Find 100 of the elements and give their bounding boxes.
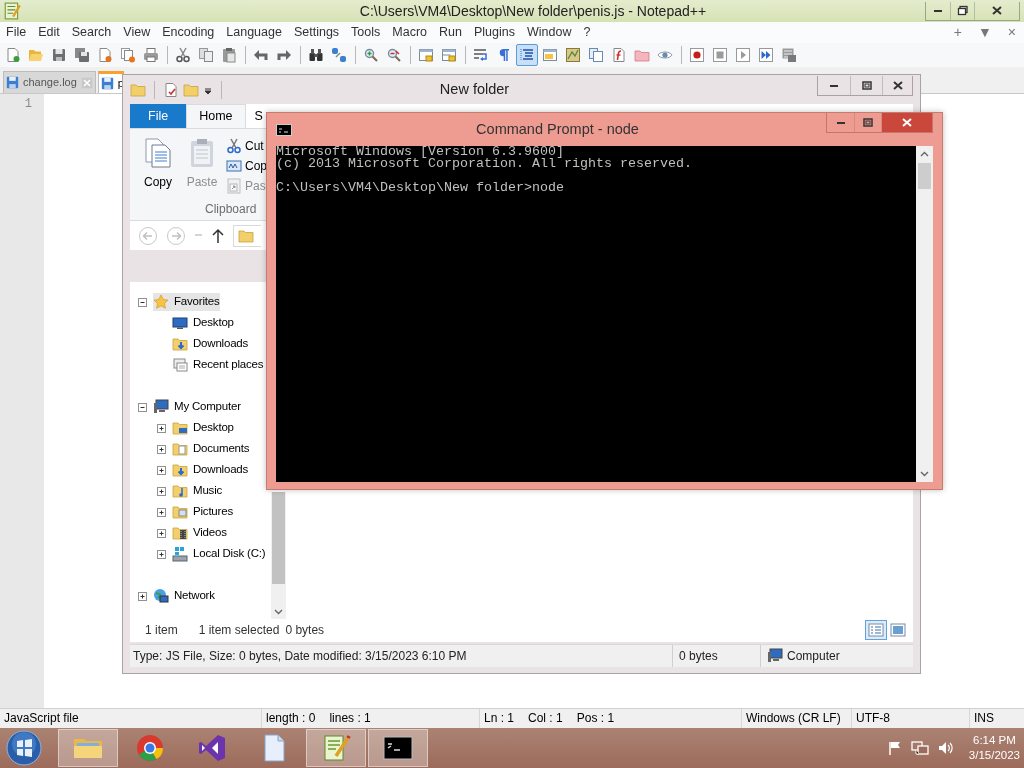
path-icon [226, 158, 242, 175]
scrollbar-thumb[interactable] [918, 163, 931, 189]
network-icon[interactable] [910, 740, 929, 756]
speaker-icon[interactable] [936, 740, 953, 756]
flag-icon[interactable] [886, 740, 903, 756]
menu-item[interactable]: Encoding [156, 25, 221, 40]
expand-icon[interactable] [138, 591, 147, 601]
expand-icon[interactable] [157, 444, 166, 454]
menu-control[interactable]: × [1007, 24, 1016, 41]
copy-icon [142, 137, 174, 170]
tree-item[interactable]: Videos [172, 524, 227, 542]
ribbon-tab[interactable]: S [245, 104, 264, 129]
tree-item[interactable]: Desktop [172, 314, 234, 332]
expand-icon[interactable] [157, 423, 166, 433]
folder-icon [172, 462, 188, 478]
scroll-down-icon[interactable] [920, 471, 929, 477]
restore-icon [956, 5, 969, 16]
up-arrow-icon[interactable] [211, 227, 225, 244]
maximize-icon [862, 117, 874, 128]
taskbar-button[interactable] [368, 729, 428, 767]
properties-icon[interactable] [163, 81, 179, 98]
menu-item[interactable]: Language [220, 25, 288, 40]
tree-item[interactable]: Downloads [172, 461, 249, 479]
status-text: length : 0 [266, 711, 316, 726]
menu-item[interactable]: View [117, 25, 157, 40]
menu-item[interactable]: ? [577, 25, 597, 40]
scissors-icon [226, 138, 242, 155]
tree-item[interactable]: Local Disk (C:) [172, 545, 266, 563]
console-line: Microsoft Windows [Version 6.3.9600] [276, 146, 565, 158]
scroll-down-icon[interactable] [274, 609, 283, 616]
status-text: UTF-8 [856, 711, 890, 726]
expand-icon[interactable] [157, 486, 166, 496]
ribbon-button[interactable]: Copy [136, 133, 180, 194]
tree-item[interactable]: Pictures [172, 503, 233, 521]
menu-item[interactable]: Settings [287, 25, 346, 40]
menu-item[interactable]: Window [520, 25, 578, 40]
expand-icon[interactable] [157, 507, 166, 517]
menu-item[interactable]: File [0, 25, 33, 40]
minimize-icon [934, 9, 942, 12]
monitor-icon [172, 315, 188, 331]
ribbon-tab[interactable]: Home [186, 104, 246, 129]
expand-icon[interactable] [157, 465, 166, 475]
window-title: Command Prompt - node [476, 120, 639, 137]
expand-icon[interactable] [157, 549, 166, 559]
group-label: Clipboard [205, 201, 258, 216]
details-text: Computer [787, 648, 840, 663]
status-text: Col : 1 [528, 711, 563, 726]
expand-icon[interactable] [157, 528, 166, 538]
large-icons-view-icon [889, 622, 907, 639]
tree-item[interactable]: My Computer [153, 398, 241, 416]
shortcut-icon [226, 178, 242, 195]
console-line: (c) 2013 Microsoft Corporation. All rights reserved. [276, 158, 693, 170]
start-button[interactable] [6, 730, 42, 766]
ide-icon [196, 732, 228, 764]
tree-item[interactable]: Recent places [172, 356, 264, 374]
folder-icon [172, 336, 188, 352]
tree-item[interactable]: Documents [172, 440, 250, 458]
console-icon [276, 123, 292, 136]
menu-item[interactable]: Edit [32, 25, 66, 40]
status-text: lines : 1 [329, 711, 371, 726]
tree-item[interactable]: Desktop [172, 419, 234, 437]
scrollbar[interactable] [271, 491, 286, 620]
view-button[interactable] [865, 620, 887, 641]
scrollbar-thumb[interactable] [272, 491, 285, 584]
status-text: Windows (CR LF) [746, 711, 841, 726]
menu-item[interactable]: Run [433, 25, 468, 40]
ribbon-button[interactable]: Cop [224, 157, 267, 176]
tree-item[interactable]: Network [153, 587, 215, 605]
close-icon [901, 117, 913, 128]
folder-icon [172, 420, 188, 436]
document-tab[interactable]: change.log [3, 71, 96, 93]
menu-item[interactable]: Search [65, 25, 118, 40]
line-number: 1 [23, 97, 32, 112]
details-text: Type: JS File, Size: 0 bytes, Date modified: 3/15/2023 6:10 PM [133, 648, 467, 663]
scrollbar[interactable] [916, 146, 933, 482]
ribbon-tab[interactable]: File [130, 104, 187, 129]
clock-date[interactable]: 3/15/2023 [968, 748, 1020, 763]
computer-icon [153, 399, 169, 415]
clock-time[interactable]: 6:14 PM [968, 733, 1020, 748]
menu-item[interactable]: Tools [345, 25, 387, 40]
tree-item[interactable]: Music [172, 482, 223, 500]
status-text: 1 item [145, 623, 178, 638]
menu-control[interactable]: ▼ [977, 24, 992, 41]
close-button[interactable] [881, 113, 932, 132]
minimize-icon [836, 121, 845, 124]
tree-item[interactable]: Downloads [172, 335, 249, 353]
ribbon-button[interactable]: Cut [224, 137, 267, 156]
menu-control[interactable]: + [953, 24, 962, 41]
menu-item[interactable]: Plugins [467, 25, 521, 40]
collapse-icon[interactable] [138, 402, 147, 412]
status-text: Pos : 1 [576, 711, 615, 726]
scroll-up-icon[interactable] [920, 151, 929, 157]
indent-guide-icon[interactable] [516, 44, 538, 66]
address-field[interactable] [233, 224, 261, 247]
tab-label: change.log [23, 75, 77, 90]
tree-item[interactable]: Favorites [153, 293, 220, 311]
menu-item[interactable]: Macro [386, 25, 434, 40]
folder-icon [172, 504, 188, 520]
browser-icon [134, 732, 166, 764]
collapse-icon[interactable] [138, 297, 147, 307]
